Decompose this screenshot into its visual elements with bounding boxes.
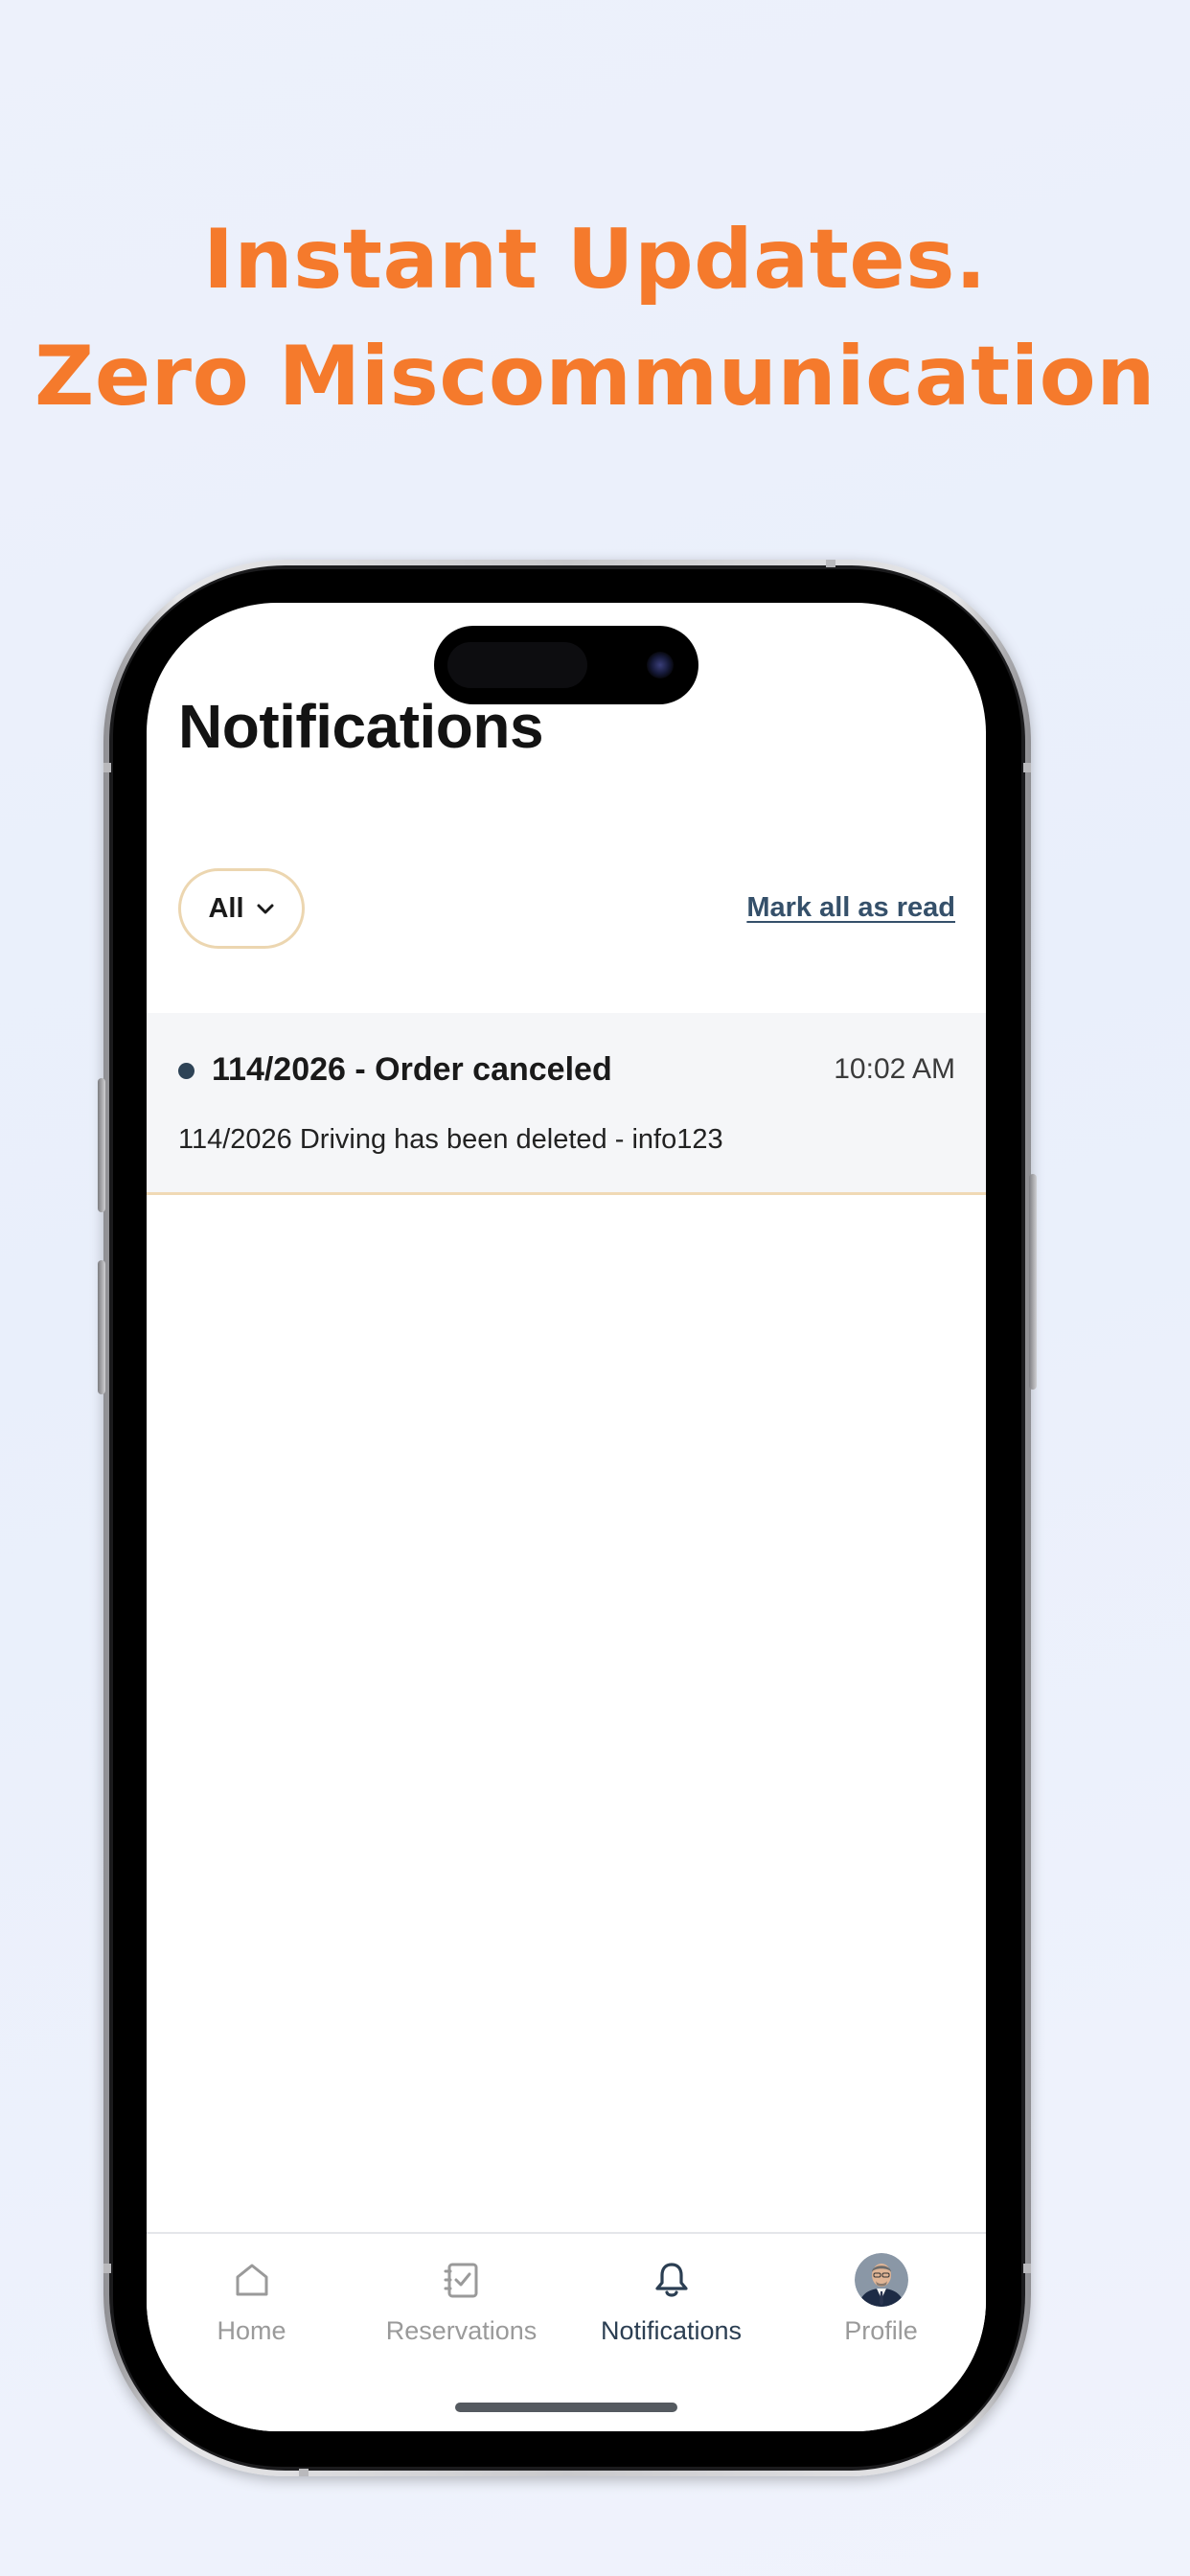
filter-selected-label: All xyxy=(208,892,244,924)
headline-line-1: Instant Updates. xyxy=(202,212,988,308)
power-button xyxy=(1029,1174,1037,1390)
tab-profile[interactable]: Profile xyxy=(776,2253,986,2358)
tab-label-notifications: Notifications xyxy=(600,2316,743,2345)
volume-up-button xyxy=(98,1260,105,1394)
tab-label-reservations: Reservations xyxy=(385,2316,538,2345)
tab-home[interactable]: Home xyxy=(147,2253,356,2358)
tab-label-profile: Profile xyxy=(844,2316,918,2345)
home-icon xyxy=(225,2253,279,2307)
antenna-line xyxy=(1023,763,1031,772)
page-title: Notifications xyxy=(178,692,544,761)
tab-label-home: Home xyxy=(217,2316,286,2345)
tab-bar: Home Reservations Notifications Profile xyxy=(147,2232,986,2431)
camera-icon xyxy=(647,652,674,678)
notification-time: 10:02 AM xyxy=(834,1053,955,1085)
antenna-line xyxy=(299,2469,309,2476)
chevron-down-icon xyxy=(256,902,275,915)
tab-notifications[interactable]: Notifications xyxy=(566,2253,776,2358)
bell-icon xyxy=(645,2253,698,2307)
filter-dropdown[interactable]: All xyxy=(178,868,305,949)
headline-line-2: Zero Miscommunication xyxy=(34,329,1156,425)
notification-body: 114/2026 Driving has been deleted - info… xyxy=(178,1124,723,1155)
promo-headline: Instant Updates. Zero Miscommunication xyxy=(0,201,1190,435)
notification-item[interactable]: 114/2026 - Order canceled 10:02 AM 114/2… xyxy=(147,1013,986,1195)
antenna-line xyxy=(103,2264,111,2273)
antenna-line xyxy=(103,763,111,772)
phone-screen: Notifications All Mark all as read 114/2… xyxy=(147,603,986,2431)
notification-title: 114/2026 - Order canceled xyxy=(212,1051,612,1088)
checklist-icon xyxy=(435,2253,489,2307)
action-button xyxy=(98,1078,105,1212)
tab-reservations[interactable]: Reservations xyxy=(356,2253,566,2358)
mark-all-read-link[interactable]: Mark all as read xyxy=(746,892,955,924)
unread-indicator xyxy=(178,1063,195,1079)
home-indicator xyxy=(455,2403,677,2412)
avatar xyxy=(854,2253,908,2307)
antenna-line xyxy=(1023,2264,1031,2273)
antenna-line xyxy=(826,560,835,567)
face-id-sensor xyxy=(447,642,587,688)
